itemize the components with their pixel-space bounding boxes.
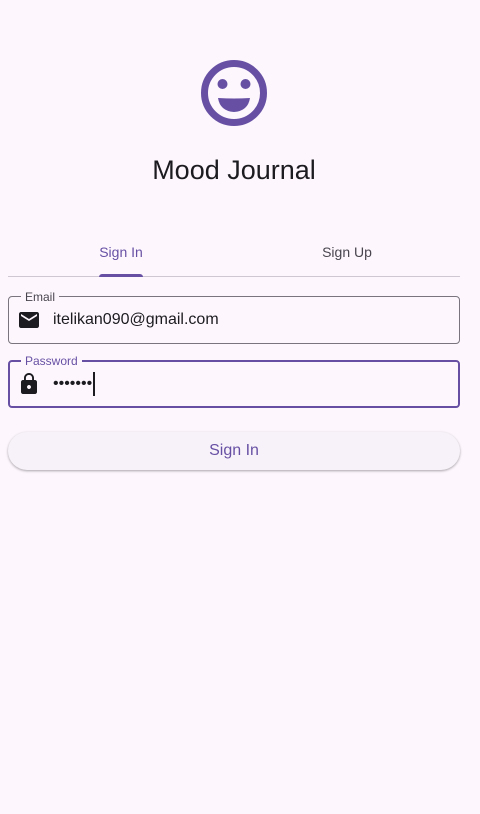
tab-sign-in-label: Sign In [99, 244, 143, 260]
password-field[interactable]: Password ••••••• [8, 354, 460, 408]
email-field[interactable]: Email itelikan090@gmail.com [8, 290, 460, 344]
app-title: Mood Journal [152, 155, 316, 185]
tab-sign-up-label: Sign Up [322, 244, 372, 260]
tab-sign-in[interactable]: Sign In [8, 228, 234, 277]
email-input-value: itelikan090@gmail.com [53, 311, 219, 328]
tab-sign-up[interactable]: Sign Up [234, 228, 460, 276]
login-screen: Mood Journal Sign In Sign Up Email iteli… [0, 0, 480, 814]
mail-icon [19, 312, 39, 328]
password-input-value: ••••••• [53, 372, 96, 396]
password-field-label: Password [21, 354, 82, 368]
text-cursor [93, 372, 96, 396]
auth-tabs: Sign In Sign Up [8, 228, 460, 277]
lock-icon [21, 373, 37, 394]
sign-in-button[interactable]: Sign In [8, 432, 460, 470]
email-field-label: Email [21, 290, 60, 304]
active-tab-indicator [99, 274, 143, 277]
smiley-face-icon [201, 60, 267, 126]
password-masked-text: ••••••• [53, 375, 93, 392]
